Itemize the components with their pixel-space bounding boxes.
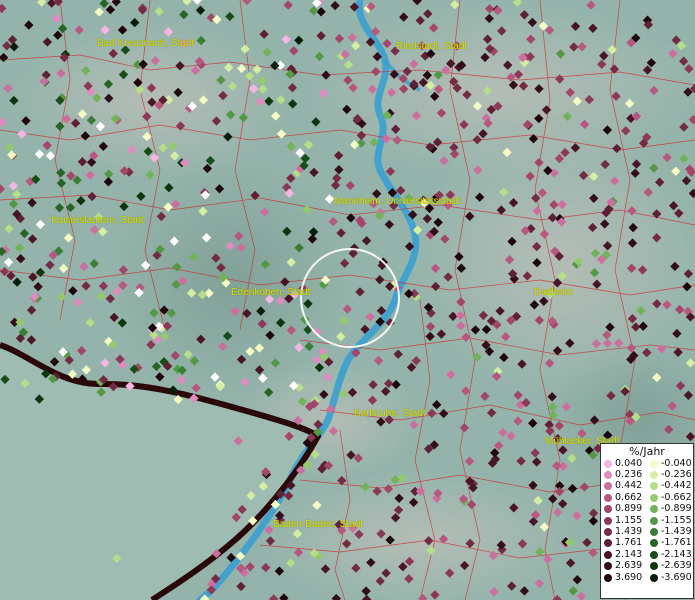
city-label-baden-baden: Baden-Baden, Stadt: [273, 519, 364, 530]
legend-swatch-positive: [604, 562, 612, 571]
city-label-riedstadt: Riedstadt, Stadt: [396, 41, 468, 52]
legend-swatch-negative: [650, 573, 658, 582]
city-label-dielheim: Dielheim: [534, 287, 573, 298]
legend-value: -0.899: [661, 503, 692, 515]
legend-value: -2.639: [661, 560, 692, 572]
legend-value: 0.040: [615, 457, 643, 469]
legend-swatch-negative: [650, 550, 658, 559]
map-canvas[interactable]: [0, 0, 695, 600]
legend-swatch-positive: [604, 459, 612, 468]
legend-value: -1.155: [661, 514, 692, 526]
legend-value: -1.439: [661, 526, 692, 538]
legend-rows: 0.040 -0.040 0.236 -0.236 0.442 -0.442 0…: [601, 458, 693, 583]
legend-value: 3.690: [615, 571, 643, 583]
legend-swatch-negative: [650, 471, 658, 480]
legend-row: 1.439 -1.439: [601, 526, 693, 537]
legend-row: 0.899 -0.899: [601, 504, 693, 515]
legend-value: 1.761: [615, 537, 643, 549]
city-label-edenkoben: Edenkoben, Stadt: [231, 287, 311, 298]
legend-value: -2.143: [661, 548, 692, 560]
legend-value: -0.442: [661, 480, 692, 492]
city-label-karlsruhe: Karlsruhe, Stadt: [354, 408, 426, 419]
map-legend: %/Jahr 0.040 -0.040 0.236 -0.236 0.442 -…: [600, 443, 694, 599]
legend-swatch-negative: [650, 539, 658, 548]
legend-swatch-positive: [604, 573, 612, 582]
city-label-bad-kreuznach: Bad Kreuznach, Stadt: [97, 38, 195, 49]
legend-swatch-positive: [604, 539, 612, 548]
legend-swatch-positive: [604, 516, 612, 525]
legend-value: 0.442: [615, 480, 643, 492]
legend-row: 2.639 -2.639: [601, 561, 693, 572]
legend-value: -0.236: [661, 469, 692, 481]
legend-value: -0.040: [661, 457, 692, 469]
city-label-kaiserslautern: Kaiserslautern, Stadt: [51, 215, 144, 226]
legend-row: 2.143 -2.143: [601, 549, 693, 560]
legend-swatch-positive: [604, 528, 612, 537]
legend-value: -0.662: [661, 491, 692, 503]
legend-swatch-positive: [604, 482, 612, 491]
legend-swatch-negative: [650, 562, 658, 571]
legend-row: 1.155 -1.155: [601, 515, 693, 526]
legend-swatch-negative: [650, 459, 658, 468]
legend-swatch-positive: [604, 493, 612, 502]
legend-value: 0.236: [615, 469, 643, 481]
legend-value: 2.143: [615, 548, 643, 560]
legend-swatch-negative: [650, 505, 658, 514]
legend-swatch-negative: [650, 528, 658, 537]
legend-swatch-negative: [650, 516, 658, 525]
legend-value: 2.639: [615, 560, 643, 572]
legend-row: 0.662 -0.662: [601, 492, 693, 503]
legend-row: 1.761 -1.761: [601, 538, 693, 549]
legend-value: 1.439: [615, 526, 643, 538]
legend-row: 0.236 -0.236: [601, 469, 693, 480]
legend-value: -1.761: [661, 537, 692, 549]
legend-title: %/Jahr: [629, 445, 665, 458]
legend-value: -3.690: [661, 571, 692, 583]
legend-swatch-negative: [650, 493, 658, 502]
legend-value: 0.899: [615, 503, 643, 515]
city-label-mannheim: Mannheim, Universitätsstadt: [334, 196, 461, 207]
legend-value: 0.662: [615, 491, 643, 503]
legend-row: 3.690 -3.690: [601, 572, 693, 583]
legend-value: 1.155: [615, 514, 643, 526]
legend-swatch-positive: [604, 471, 612, 480]
legend-row: 0.040 -0.040: [601, 458, 693, 469]
legend-swatch-negative: [650, 482, 658, 491]
legend-swatch-positive: [604, 550, 612, 559]
legend-row: 0.442 -0.442: [601, 481, 693, 492]
legend-swatch-positive: [604, 505, 612, 514]
